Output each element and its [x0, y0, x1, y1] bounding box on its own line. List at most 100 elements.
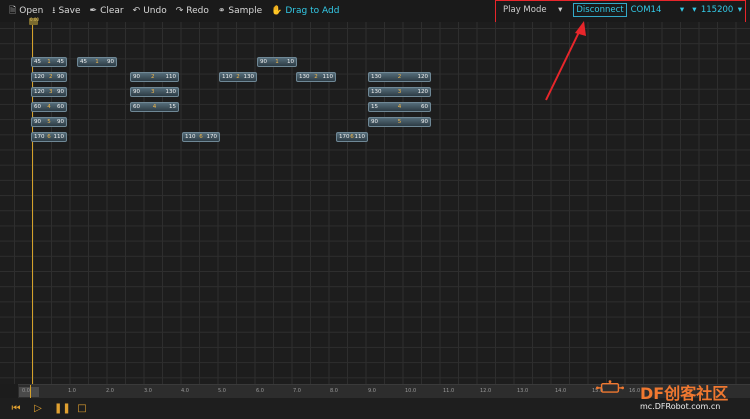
- ruler-playhead[interactable]: [30, 385, 31, 399]
- pause-icon[interactable]: ❚❚: [54, 403, 71, 414]
- block-end: 90: [107, 59, 114, 65]
- block-servo: 6: [350, 134, 354, 140]
- block-servo: 2: [151, 74, 155, 80]
- keyframe-block[interactable]: 45 1 45: [31, 57, 67, 67]
- block-start: 170: [34, 134, 45, 140]
- ruler-tick: 1.0: [68, 388, 76, 394]
- undo-label: Undo: [143, 6, 167, 16]
- block-end: 120: [417, 74, 429, 80]
- keyframe-block[interactable]: 110 6 170: [182, 132, 220, 142]
- block-servo: 1: [95, 59, 99, 65]
- block-start: 90: [34, 119, 41, 125]
- clear-button[interactable]: ✒ Clear: [90, 6, 124, 16]
- ruler-tick: 7.0: [293, 388, 301, 394]
- block-servo: 3: [151, 89, 155, 95]
- block-servo: 4: [152, 104, 157, 110]
- block-start: 170: [339, 134, 350, 140]
- block-start: 130: [299, 74, 310, 80]
- keyframe-block[interactable]: 60 4 60: [31, 102, 67, 112]
- watermark-brand: DF创客社区: [640, 384, 729, 403]
- ruler-tick: 5.0: [218, 388, 226, 394]
- ruler-tick: 8.0: [330, 388, 338, 394]
- block-servo: 3: [49, 89, 53, 95]
- keyframe-block[interactable]: 60 4 15: [130, 102, 179, 112]
- keyframe-block[interactable]: 170 6 110: [336, 132, 368, 142]
- keyframe-block[interactable]: 90 5 90: [31, 117, 67, 127]
- keyframe-block[interactable]: 130 3 120: [368, 87, 431, 97]
- block-start: 110: [222, 74, 233, 80]
- keyframe-block[interactable]: 15 4 60: [368, 102, 431, 112]
- keyframe-block[interactable]: 90 5 90: [368, 117, 431, 127]
- block-start: 110: [185, 134, 196, 140]
- block-end: 90: [57, 119, 64, 125]
- keyframe-block[interactable]: 120 3 90: [31, 87, 67, 97]
- ruler-tick: 6.0: [256, 388, 264, 394]
- block-end: 130: [243, 74, 255, 80]
- block-end: 170: [206, 134, 218, 140]
- block-start: 45: [80, 59, 87, 65]
- ruler-tick: 9.0: [368, 388, 376, 394]
- block-servo: 2: [397, 74, 402, 80]
- drag-hand-icon: ✋: [271, 6, 283, 16]
- keyframe-block[interactable]: 110 2 130: [219, 72, 257, 82]
- keyframe-block[interactable]: 130 2 110: [296, 72, 336, 82]
- block-end: 60: [421, 104, 428, 110]
- block-end: 110: [322, 74, 334, 80]
- block-start: 130: [371, 74, 382, 80]
- block-start: 120: [34, 74, 45, 80]
- annotation-highlight-box: [495, 0, 746, 24]
- drag-to-add-button[interactable]: ✋ Drag to Add: [271, 6, 339, 16]
- skip-back-icon[interactable]: ⏮: [10, 403, 22, 414]
- block-start: 90: [371, 119, 378, 125]
- save-label: Save: [58, 6, 81, 16]
- block-servo: 3: [397, 89, 402, 95]
- dfrobot-watermark: DF创客社区 mc.DFRobot.com.cn: [596, 378, 746, 416]
- block-start: 60: [133, 104, 140, 110]
- link-icon: ⚭: [217, 6, 226, 16]
- redo-icon: ↷: [175, 6, 184, 16]
- ruler-tick: 4.0: [181, 388, 189, 394]
- block-end: 90: [57, 89, 64, 95]
- keyframe-block[interactable]: 170 6 110: [31, 132, 67, 142]
- block-end: 110: [354, 134, 366, 140]
- block-start: 90: [260, 59, 267, 65]
- file-icon: 🗎: [9, 6, 17, 16]
- time-marker-label: 0.00: [30, 17, 39, 22]
- undo-icon: ↶: [132, 6, 141, 16]
- keyframe-block[interactable]: 90 1 10: [257, 57, 297, 67]
- block-end: 110: [165, 74, 177, 80]
- block-servo: 5: [397, 119, 402, 125]
- block-start: 45: [34, 59, 41, 65]
- ruler-tick: 3.0: [144, 388, 152, 394]
- redo-label: Redo: [186, 6, 209, 16]
- keyframe-block[interactable]: 120 2 90: [31, 72, 67, 82]
- keyframe-block[interactable]: 90 3 130: [130, 87, 179, 97]
- block-start: 130: [371, 89, 382, 95]
- keyframe-block[interactable]: 90 2 110: [130, 72, 179, 82]
- stop-icon[interactable]: □: [76, 403, 88, 414]
- ruler-tick: 0.0: [22, 388, 30, 394]
- sample-label: Sample: [228, 6, 263, 16]
- block-end: 120: [417, 89, 429, 95]
- block-servo: 4: [47, 104, 51, 110]
- keyframe-block[interactable]: 45 1 90: [77, 57, 117, 67]
- drag-to-add-label: Drag to Add: [285, 6, 340, 16]
- redo-button[interactable]: ↷ Redo: [176, 6, 209, 16]
- block-start: 120: [34, 89, 45, 95]
- block-end: 60: [57, 104, 64, 110]
- robot-logo-icon: [596, 380, 624, 393]
- sample-button[interactable]: ⚭ Sample: [218, 6, 262, 16]
- open-label: Open: [19, 6, 44, 16]
- block-servo: 5: [47, 119, 51, 125]
- keyframe-block[interactable]: 130 2 120: [368, 72, 431, 82]
- ruler-tick: 10.0: [405, 388, 417, 394]
- block-start: 90: [133, 74, 140, 80]
- undo-button[interactable]: ↶ Undo: [133, 6, 167, 16]
- block-end: 90: [421, 119, 428, 125]
- ruler-tick: 2.0: [106, 388, 114, 394]
- block-start: 60: [34, 104, 41, 110]
- play-icon[interactable]: ▷: [32, 403, 44, 414]
- ruler-tick: 11.0: [443, 388, 455, 394]
- block-end: 10: [287, 59, 294, 65]
- save-button[interactable]: ⭳ Save: [52, 3, 80, 19]
